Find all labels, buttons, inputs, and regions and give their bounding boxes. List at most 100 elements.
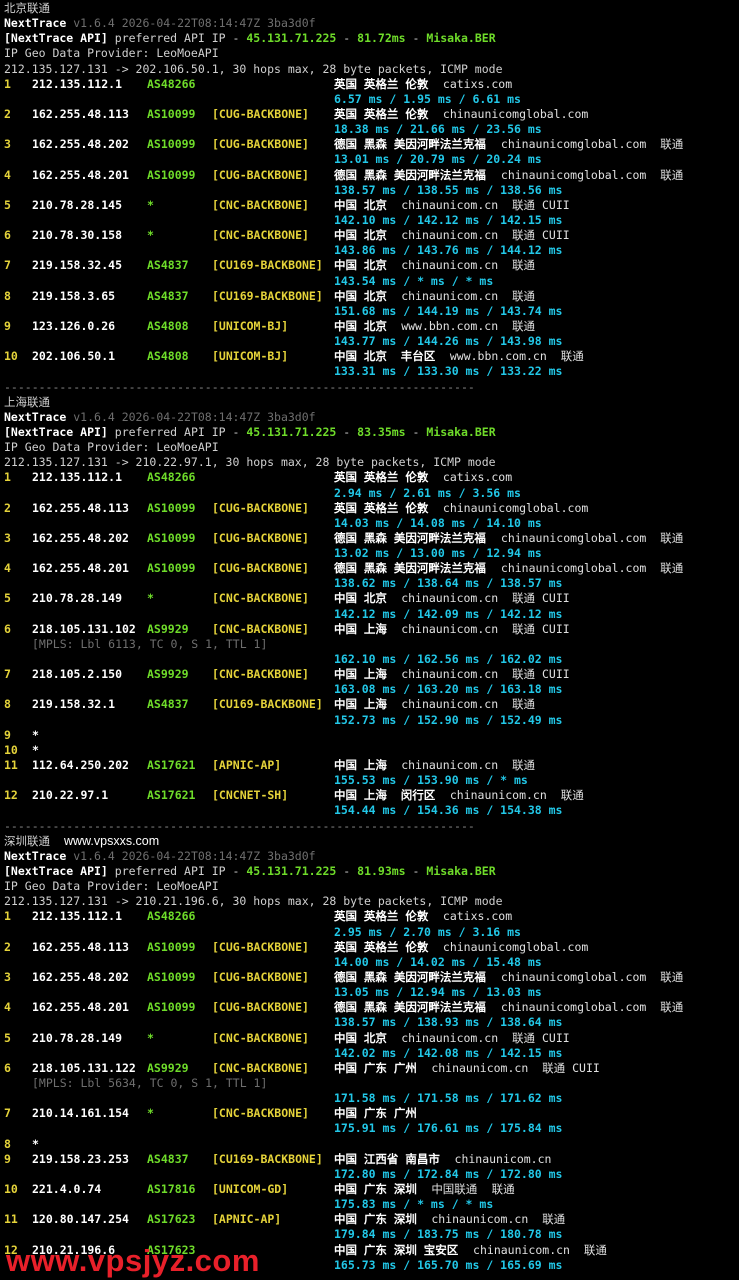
hop-number: 11	[4, 758, 18, 773]
hop-isp: 联通	[512, 258, 536, 273]
api-line: [NextTrace API] preferred API IP - 45.13…	[4, 31, 739, 46]
separator-dashes: ----------------------------------------…	[4, 379, 475, 394]
hop-isp: 联通	[491, 1181, 515, 1196]
rtt-row: 162.10 ms / 162.56 ms / 162.02 ms	[4, 652, 739, 667]
hop-isp: 联通	[560, 349, 584, 364]
section-title-text: 上海联通	[4, 394, 50, 409]
section-title: 深圳联通 www.vpsxxs.com	[4, 834, 739, 849]
hop-tag: [CNC-BACKBONE]	[212, 1106, 309, 1121]
hop-host: chinaunicomglobal.com	[500, 530, 647, 545]
hop-tag: [CUG-BACKBONE]	[212, 106, 309, 121]
hop-tag: [APNIC-AP]	[212, 1212, 282, 1227]
section-title: 上海联通	[4, 395, 739, 410]
hop-geo: 英国 英格兰 伦敦	[334, 939, 429, 954]
hop-ip: 210.14.161.154	[32, 1106, 129, 1121]
hop-geo: 中国 广东 广州	[334, 1106, 417, 1121]
hop-asn: AS48266	[147, 470, 196, 485]
hop-number: 5	[4, 1030, 11, 1045]
hop-rtt: 2.95 ms / 2.70 ms / 3.16 ms	[334, 924, 521, 939]
hop-host: chinaunicom.cn	[401, 228, 499, 243]
hop-number: 9	[4, 727, 11, 742]
hop-row: 6 218.105.131.122 AS9929 [CNC-BACKBONE] 中国 广…	[4, 1061, 739, 1076]
hop-ip: 219.158.32.1	[32, 697, 116, 712]
hop-number: 9	[4, 1151, 11, 1166]
hop-isp: 联通	[512, 758, 536, 773]
hop-ip: 162.255.48.113	[32, 106, 129, 121]
hop-isp: 联通	[660, 1000, 684, 1015]
hop-geo: 中国 北京	[334, 197, 387, 212]
hop-row: 9 123.126.0.26 AS4808 [UNICOM-BJ] 中国 北京 www.b…	[4, 319, 739, 334]
hop-rtt: 143.54 ms / * ms / * ms	[334, 273, 494, 288]
version-info: v1.6.4 2026-04-22T08:14:47Z 3ba3d0f	[73, 848, 316, 863]
section-separator: ----------------------------------------…	[4, 380, 739, 395]
hop-tag: [CUG-BACKBONE]	[212, 500, 309, 515]
hop-geo: 英国 英格兰 伦敦	[334, 470, 429, 485]
hop-asn: *	[147, 228, 154, 243]
hop-row: 1 212.135.112.1 AS48266 英国 英格兰 伦敦 catixs.com	[4, 909, 739, 924]
hop-geo: 中国 北京	[334, 258, 387, 273]
hop-asn: AS4837	[147, 697, 189, 712]
api-ip: 45.131.71.225	[246, 864, 337, 879]
hop-ip: 120.80.147.254	[32, 1212, 129, 1227]
hop-number: 6	[4, 228, 11, 243]
hop-isp: 联通	[512, 288, 536, 303]
hop-tag: [CUG-BACKBONE]	[212, 1000, 309, 1015]
hop-host: chinaunicom.cn	[454, 1151, 552, 1166]
rtt-row: 13.05 ms / 12.94 ms / 13.03 ms	[4, 985, 739, 1000]
hop-rtt: 171.58 ms / 171.58 ms / 171.62 ms	[334, 1091, 563, 1106]
hop-number: 4	[4, 1000, 11, 1015]
rtt-row: 143.86 ms / 143.76 ms / 144.12 ms	[4, 243, 739, 258]
hop-host: chinaunicom.cn	[401, 621, 499, 636]
hop-rtt: 152.73 ms / 152.90 ms / 152.49 ms	[334, 712, 563, 727]
hop-geo: 英国 英格兰 伦敦	[334, 106, 429, 121]
hop-asn: AS10099	[147, 167, 196, 182]
hop-host: chinaunicom.cn	[401, 258, 499, 273]
hop-tag: [CNC-BACKBONE]	[212, 1030, 309, 1045]
rtt-row: 2.95 ms / 2.70 ms / 3.16 ms	[4, 925, 739, 940]
hop-geo: 中国 北京	[334, 318, 387, 333]
geo-provider-line: IP Geo Data Provider: LeoMoeAPI	[4, 879, 739, 894]
hop-row: 11 112.64.250.202 AS17621 [APNIC-AP] 中国 上海 ch…	[4, 758, 739, 773]
hop-host: chinaunicom.cn	[401, 591, 499, 606]
hop-row: 4 162.255.48.201 AS10099 [CUG-BACKBONE] 德国 黑…	[4, 561, 739, 576]
api-node: Misaka.BER	[426, 864, 496, 879]
hop-geo: 德国 黑森 美因河畔法兰克福	[334, 167, 486, 182]
hop-number: 2	[4, 500, 11, 515]
hop-geo: 中国 北京	[334, 1030, 387, 1045]
hop-rtt: 162.10 ms / 162.56 ms / 162.02 ms	[334, 652, 563, 667]
hop-asn: AS10099	[147, 500, 196, 515]
api-sep: -	[405, 864, 427, 879]
hop-number: 7	[4, 258, 11, 273]
hop-ip: 210.78.28.145	[32, 197, 123, 212]
hop-rtt: 175.83 ms / * ms / * ms	[334, 1197, 494, 1212]
api-sep: -	[336, 864, 358, 879]
hop-host: chinaunicomglobal.com	[500, 167, 647, 182]
hop-rtt: 142.12 ms / 142.09 ms / 142.12 ms	[334, 606, 563, 621]
hop-tag: [CUG-BACKBONE]	[212, 167, 309, 182]
geo-provider-line: IP Geo Data Provider: LeoMoeAPI	[4, 440, 739, 455]
api-ip: 45.131.71.225	[246, 424, 337, 439]
hop-number: 6	[4, 621, 11, 636]
route-line: 212.135.127.131 -> 210.21.196.6, 30 hops…	[4, 894, 739, 909]
hop-tag: [UNICOM-BJ]	[212, 318, 289, 333]
api-prefix: [NextTrace API]	[4, 864, 108, 879]
hop-tag: [CNC-BACKBONE]	[212, 228, 309, 243]
rtt-row: 142.12 ms / 142.09 ms / 142.12 ms	[4, 607, 739, 622]
hop-asn: AS9929	[147, 621, 189, 636]
rtt-row: 142.02 ms / 142.08 ms / 142.15 ms	[4, 1046, 739, 1061]
hop-host: catixs.com	[442, 909, 513, 924]
hop-ip: 219.158.23.253	[32, 1151, 129, 1166]
api-mid: preferred API IP -	[107, 31, 247, 46]
hop-ip: 112.64.250.202	[32, 758, 129, 773]
section-title-text: 北京联通	[4, 1, 50, 15]
hop-rtt: 172.80 ms / 172.84 ms / 172.80 ms	[334, 1166, 563, 1181]
hop-host: chinaunicom.cn	[431, 1212, 529, 1227]
hop-number: 12	[4, 788, 18, 803]
route-info: 212.135.127.131 -> 210.21.196.6, 30 hops…	[4, 894, 503, 909]
rtt-row: 172.80 ms / 172.84 ms / 172.80 ms	[4, 1167, 739, 1182]
hop-rtt: 14.00 ms / 14.02 ms / 15.48 ms	[334, 954, 542, 969]
hop-row: 10 202.106.50.1 AS4808 [UNICOM-BJ] 中国 北京 丰台区…	[4, 349, 739, 364]
hop-tag: [UNICOM-GD]	[212, 1181, 289, 1196]
hop-isp: 联通 CUII	[512, 667, 570, 682]
hop-rtt: 143.77 ms / 144.26 ms / 143.98 ms	[334, 334, 563, 349]
